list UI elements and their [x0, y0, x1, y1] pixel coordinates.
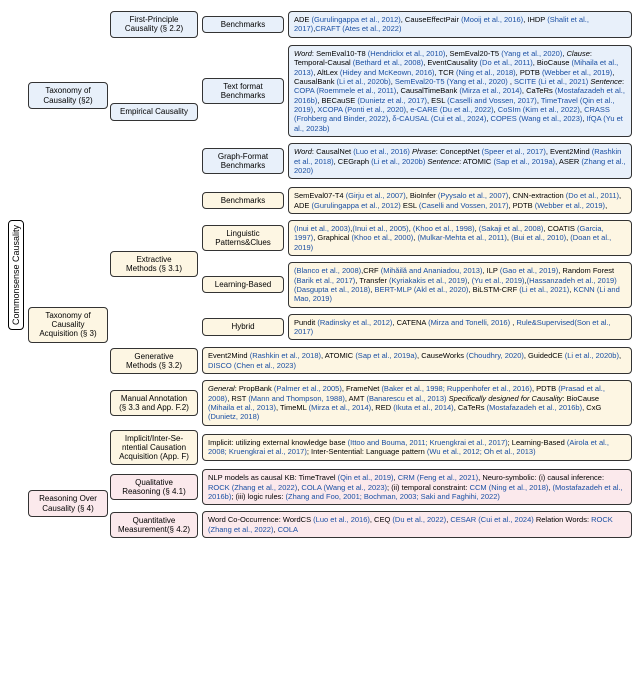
leaf-generative: Event2Mind (Rashkin et al., 2018), ATOMI…	[202, 347, 632, 374]
node-generative: GenerativeMethods (§ 3.2)	[110, 348, 198, 374]
node-ext-hybrid: Hybrid	[202, 318, 284, 335]
node-ext-benchmarks: Benchmarks	[202, 192, 284, 209]
leaf-quantitative: Word Co-Occurrence: WordCS (Luo et al., …	[202, 511, 632, 538]
leaf-ext-patterns: (Inui et al., 2003),(Inui et al., 2005),…	[288, 220, 632, 256]
leaf-implicit: Implicit: utilizing external knowledge b…	[202, 434, 632, 461]
leaf-fp-benchmarks-content: ADE (Gurulingappa et al., 2012), CauseEf…	[288, 11, 632, 38]
tree-diagram: Commonsense Causality Taxonomy ofCausali…	[8, 8, 632, 541]
node-ext-patterns: LinguisticPatterns&Clues	[202, 225, 284, 251]
node-text-benchmarks: Text formatBenchmarks	[202, 78, 284, 104]
leaf-qualitative: NLP models as causal KB: TimeTravel (Qin…	[202, 469, 632, 505]
node-qualitative: QualitativeReasoning (§ 4.1)	[110, 474, 198, 500]
node-taxonomy-acquisition: Taxonomy ofCausalityAcquisition (§ 3)	[28, 307, 108, 343]
leaf-manual: General: PropBank (Palmer et al., 2005),…	[202, 380, 632, 426]
node-graph-benchmarks: Graph-FormatBenchmarks	[202, 148, 284, 174]
node-ext-learning: Learning-Based	[202, 276, 284, 293]
node-manual: Manual Annotation(§ 3.3 and App. F.2)	[110, 390, 198, 416]
node-taxonomy-causality: Taxonomy ofCausality (§2)	[28, 82, 108, 108]
node-quantitative: QuantitativeMeasurement(§ 4.2)	[110, 512, 198, 538]
node-implicit: Implicit/Inter-Se-ntential CausationAcqu…	[110, 430, 198, 466]
root-node: Commonsense Causality	[8, 220, 24, 330]
leaf-ext-learning: (Blanco et al., 2008),CRF (Mihăilă and A…	[288, 262, 632, 308]
node-empirical: Empirical Causality	[110, 103, 198, 120]
node-first-principle: First-PrincipleCausality (§ 2.2)	[110, 11, 198, 37]
node-reasoning: Reasoning OverCausality (§ 4)	[28, 490, 108, 516]
leaf-text-content: Word: SemEval10-T8 (Hendrickx et al., 20…	[288, 45, 632, 137]
leaf-graph-content: Word: CausalNet (Luo et al., 2016) Phras…	[288, 143, 632, 179]
node-fp-benchmarks: Benchmarks	[202, 16, 284, 33]
leaf-ext-hybrid: Pundit (Radinsky et al., 2012), CATENA (…	[288, 314, 632, 341]
leaf-ext-benchmarks: SemEval07-T4 (Girju et al., 2007), BioIn…	[288, 187, 632, 214]
node-extractive: ExtractiveMethods (§ 3.1)	[110, 251, 198, 277]
